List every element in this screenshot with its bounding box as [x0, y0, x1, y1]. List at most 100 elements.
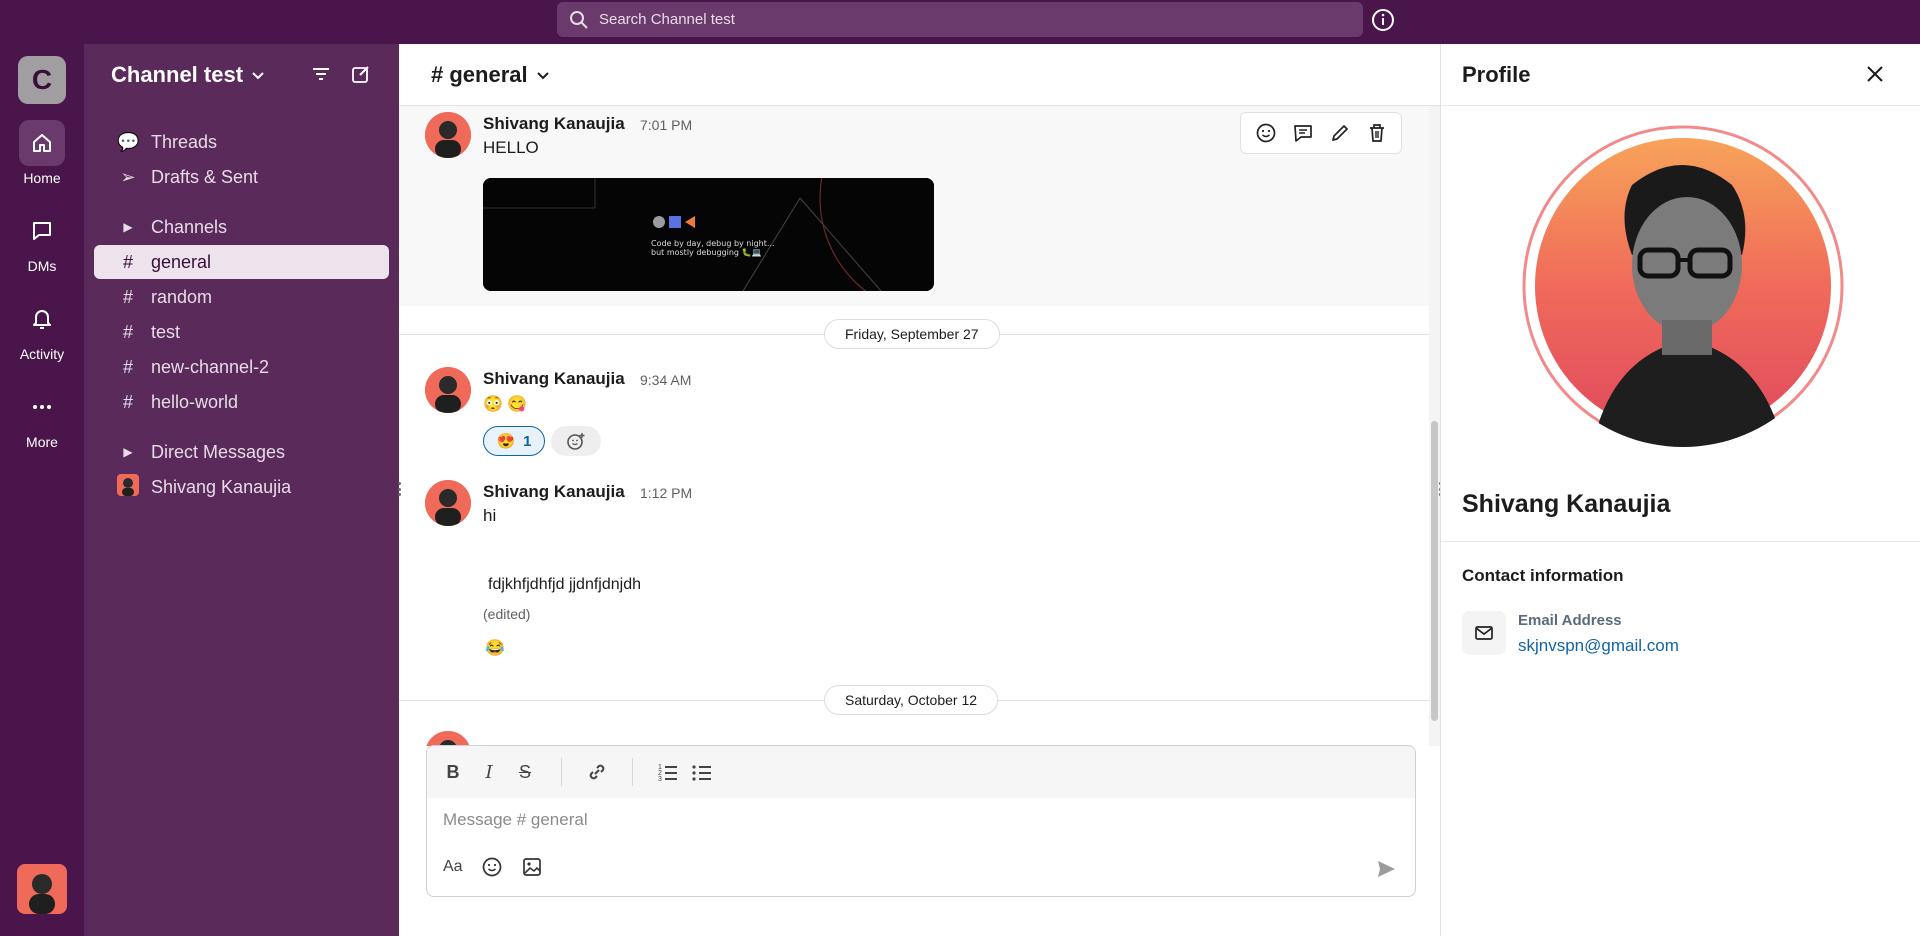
message-input[interactable]: Message # general	[443, 810, 588, 830]
reaction-count: 1	[523, 432, 532, 450]
caret-right-icon: ▶	[123, 220, 133, 234]
app-rail: C Home DMs Activity More	[0, 44, 84, 936]
channel-label: new-channel-2	[151, 356, 270, 377]
email-link[interactable]: skjnvspn@gmail.com	[1518, 636, 1679, 656]
toolbar-separator	[632, 758, 633, 786]
scrollbar-thumb[interactable]	[1431, 421, 1438, 721]
filter-icon[interactable]	[311, 64, 331, 84]
date-pill[interactable]: Friday, September 27	[824, 319, 1000, 349]
dm-header-label: Direct Messages	[151, 441, 286, 462]
italic-icon[interactable]: I	[477, 760, 501, 784]
channel-label: random	[151, 286, 213, 307]
divider	[1441, 541, 1920, 542]
message-avatar[interactable]	[425, 367, 471, 413]
sidebar-item-new-channel-2[interactable]: # new-channel-2	[94, 350, 389, 384]
search-bar[interactable]: Search Channel test	[557, 2, 1363, 37]
sidebar-resize-handle[interactable]	[395, 482, 403, 496]
rail-home[interactable]: Home	[0, 120, 84, 186]
message-author[interactable]: Shivang Kanaujia	[483, 114, 625, 134]
delete-icon[interactable]	[1366, 122, 1388, 144]
message-avatar[interactable]	[425, 731, 471, 746]
message-text: HELLO	[483, 138, 539, 157]
emoji-icon[interactable]	[481, 856, 503, 878]
ordered-list-icon[interactable]: 123	[657, 761, 679, 783]
sidebar-item-test[interactable]: # test	[94, 315, 389, 349]
date-pill[interactable]: Saturday, October 12	[824, 685, 999, 715]
scrollbar[interactable]	[1429, 106, 1440, 746]
message-text: 😳 😋	[483, 396, 528, 413]
link-icon[interactable]	[586, 761, 608, 783]
info-icon[interactable]	[1371, 8, 1395, 32]
dm-icon	[33, 222, 51, 240]
message-time[interactable]: 1:12 PM	[640, 485, 692, 501]
message-avatar[interactable]	[425, 480, 471, 526]
channel-label: test	[151, 321, 181, 342]
chevron-down-icon	[536, 71, 549, 79]
message-composer[interactable]: B I S 123 Message # general Aa	[426, 745, 1416, 897]
message-list[interactable]: Shivang Kanaujia 7:01 PM HELLO Code by d…	[399, 106, 1429, 746]
workspace-header[interactable]: Channel test	[84, 44, 399, 106]
channel-header[interactable]: # general	[399, 44, 1440, 106]
bold-icon[interactable]: B	[441, 760, 465, 784]
message-time[interactable]: 9:34 AM	[640, 372, 691, 388]
reply-thread-icon[interactable]	[1292, 122, 1314, 144]
image-upload-icon[interactable]	[521, 856, 543, 878]
sidebar-item-threads[interactable]: 💬 Threads	[94, 125, 389, 159]
chevron-down-icon	[252, 72, 264, 80]
compose-icon[interactable]	[351, 64, 371, 84]
hash-icon: #	[122, 251, 133, 272]
sidebar-item-general[interactable]: # general	[94, 245, 389, 279]
image-attachment[interactable]: Code by day, debug by night... but mostl…	[483, 178, 934, 291]
message-actions	[1240, 112, 1402, 154]
more-icon	[33, 405, 51, 409]
user-avatar[interactable]	[17, 864, 67, 914]
message-avatar[interactable]	[425, 112, 471, 158]
rail-dms[interactable]: DMs	[0, 208, 84, 274]
message-text: hi	[483, 506, 497, 525]
top-bar: Search Channel test	[0, 0, 1920, 44]
profile-title: Profile	[1462, 61, 1531, 87]
dm-section-header[interactable]: ▶ Direct Messages	[94, 435, 389, 469]
channel-label: hello-world	[151, 391, 239, 412]
message-text: fdjkhfjdhfjd jjdnfjdnjdh	[488, 576, 641, 593]
workspace-icon[interactable]: C	[18, 56, 66, 104]
add-reaction-button[interactable]	[551, 426, 601, 456]
rail-more[interactable]: More	[0, 384, 84, 450]
dm-avatar	[117, 473, 139, 501]
close-icon[interactable]	[1864, 63, 1886, 85]
message-emoji: 😂	[485, 640, 505, 657]
add-reaction-icon[interactable]	[1255, 122, 1277, 144]
send-icon[interactable]	[1375, 858, 1397, 880]
channel-title: # general	[431, 61, 528, 87]
drafts-label: Drafts & Sent	[151, 166, 259, 187]
reaction-chip[interactable]: 😍 1	[483, 426, 545, 456]
mail-icon	[1462, 611, 1506, 655]
strikethrough-icon[interactable]: S	[513, 760, 537, 784]
edit-icon[interactable]	[1329, 122, 1351, 144]
sidebar-item-random[interactable]: # random	[94, 280, 389, 314]
threads-icon: 💬	[117, 131, 140, 152]
rail-more-label: More	[26, 434, 58, 450]
message-author[interactable]: Shivang Kanaujia	[483, 369, 625, 389]
sidebar-item-drafts[interactable]: ➢ Drafts & Sent	[94, 160, 389, 194]
channel-sidebar: Channel test 💬 Threads ➢ Drafts & Sent ▶…	[84, 44, 399, 936]
threads-label: Threads	[151, 131, 218, 152]
message-time[interactable]: 7:01 PM	[640, 117, 692, 133]
bullet-list-icon[interactable]	[691, 761, 713, 783]
sidebar-item-hello-world[interactable]: # hello-world	[94, 385, 389, 419]
channels-section-header[interactable]: ▶ Channels	[94, 210, 389, 244]
bell-icon	[33, 310, 51, 329]
channel-label: general	[151, 251, 212, 272]
rail-activity[interactable]: Activity	[0, 296, 84, 362]
message-author[interactable]: Shivang Kanaujia	[483, 482, 625, 502]
sidebar-item-dm-shivang[interactable]: Shivang Kanaujia	[94, 470, 389, 504]
svg-text:3: 3	[658, 776, 662, 783]
email-label: Email Address	[1518, 612, 1622, 629]
caret-right-icon: ▶	[123, 445, 133, 459]
hash-icon: #	[122, 286, 133, 307]
text-format-icon[interactable]: Aa	[443, 858, 463, 876]
rail-activity-label: Activity	[19, 346, 65, 362]
profile-header: Profile	[1441, 44, 1920, 106]
search-icon	[570, 10, 588, 29]
format-toolbar: B I S 123	[427, 746, 1415, 798]
